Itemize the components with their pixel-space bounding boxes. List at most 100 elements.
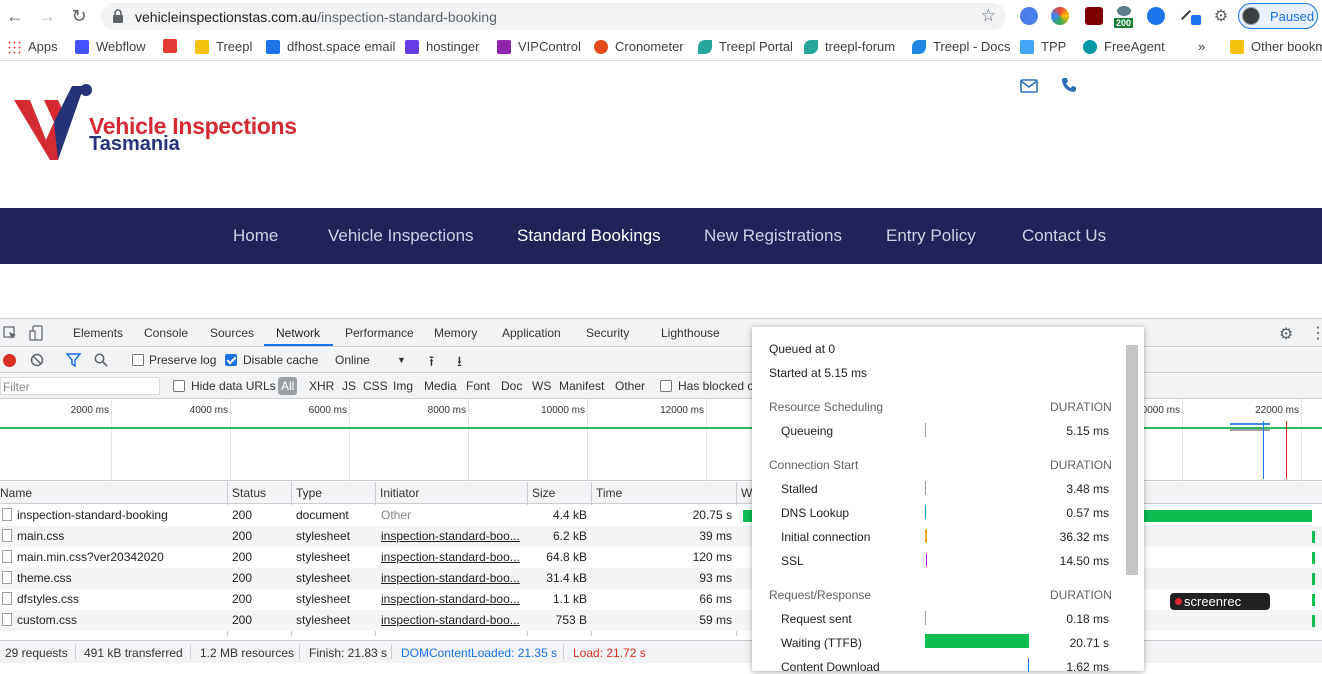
search-icon[interactable] xyxy=(94,353,108,367)
col-name[interactable]: Name xyxy=(0,486,32,500)
nav-entry-policy[interactable]: Entry Policy xyxy=(886,226,976,246)
bookmark-dfhost-email[interactable]: dfhost.space email xyxy=(266,39,395,54)
row-initiator-link[interactable]: inspection-standard-boo... xyxy=(381,550,521,564)
col-status[interactable]: Status xyxy=(232,486,266,500)
row-status: 200 xyxy=(232,508,253,522)
bookmark-t[interactable] xyxy=(163,39,184,53)
col-size[interactable]: Size xyxy=(532,486,555,500)
col-time[interactable]: Time xyxy=(596,486,622,500)
tab-lighthouse[interactable]: Lighthouse xyxy=(661,326,720,340)
row-initiator: Other xyxy=(381,508,412,522)
clear-icon[interactable] xyxy=(30,353,44,367)
row-status: 200 xyxy=(232,550,253,564)
hide-data-urls-checkbox[interactable] xyxy=(173,380,185,392)
filter-manifest[interactable]: Manifest xyxy=(559,379,604,393)
filter-font[interactable]: Font xyxy=(466,379,490,393)
bookmark-other[interactable]: Other bookm xyxy=(1230,39,1322,54)
tab-performance[interactable]: Performance xyxy=(345,326,414,340)
filter-input[interactable]: Filter xyxy=(0,377,160,395)
nav-home[interactable]: Home xyxy=(233,226,278,246)
col-initiator[interactable]: Initiator xyxy=(380,486,419,500)
bookmark-star-icon[interactable]: ☆ xyxy=(981,6,996,26)
record-icon[interactable] xyxy=(3,354,16,367)
preserve-log-checkbox[interactable] xyxy=(132,354,144,366)
tab-elements[interactable]: Elements xyxy=(73,326,123,340)
phone-icon[interactable] xyxy=(1061,77,1077,93)
col-type[interactable]: Type xyxy=(296,486,322,500)
export-har-icon[interactable]: ⭳ xyxy=(457,351,462,375)
extension-icon[interactable] xyxy=(1020,7,1038,25)
eyedropper-icon[interactable] xyxy=(1181,7,1201,25)
more-bookmarks-chevron[interactable]: » xyxy=(1198,39,1205,54)
puzzle-extensions-icon[interactable]: ⚙ xyxy=(1210,5,1232,27)
bookmark-treepl-portal[interactable]: Treepl Portal xyxy=(698,39,793,54)
webflow-icon xyxy=(75,39,89,54)
timing-bar xyxy=(925,611,926,625)
back-arrow-icon[interactable]: ← xyxy=(4,5,26,27)
popover-scrollbar[interactable] xyxy=(1126,345,1138,575)
tab-memory[interactable]: Memory xyxy=(434,326,477,340)
reload-icon[interactable]: ↻ xyxy=(68,5,90,27)
timing-value: 3.48 ms xyxy=(1066,482,1109,496)
chevron-down-icon[interactable]: ▼ xyxy=(397,355,406,365)
tab-security[interactable]: Security xyxy=(586,326,629,340)
email-icon[interactable] xyxy=(1020,79,1038,93)
check-extension-icon[interactable] xyxy=(1147,7,1165,25)
color-picker-extension-icon[interactable] xyxy=(1051,7,1069,25)
timing-label: Initial connection xyxy=(781,530,871,544)
filter-all[interactable]: All xyxy=(278,377,298,395)
profile-paused-button[interactable]: Paused xyxy=(1238,3,1318,29)
device-toolbar-icon[interactable] xyxy=(29,325,43,341)
tab-console[interactable]: Console xyxy=(144,326,188,340)
nav-new-registrations[interactable]: New Registrations xyxy=(704,226,842,246)
filter-other[interactable]: Other xyxy=(615,379,645,393)
inspect-element-icon[interactable] xyxy=(3,326,17,340)
forward-arrow-icon[interactable]: → xyxy=(36,5,58,27)
started-at: Started at 5.15 ms xyxy=(769,366,868,380)
settings-gear-icon[interactable]: ⚙ xyxy=(1279,324,1293,344)
throttling-select[interactable]: Online xyxy=(335,353,370,367)
tab-application[interactable]: Application xyxy=(502,326,561,340)
tab-network[interactable]: Network xyxy=(276,326,320,340)
bookmark-cronometer[interactable]: Cronometer xyxy=(594,39,684,54)
bookmark-webflow[interactable]: Webflow xyxy=(75,39,146,54)
filter-css[interactable]: CSS xyxy=(363,379,388,393)
address-bar[interactable]: vehicleinspectionstas.com.au/inspection-… xyxy=(101,3,1006,30)
filter-xhr[interactable]: XHR xyxy=(309,379,334,393)
col-waterfall[interactable]: W xyxy=(741,486,752,500)
website-viewport: Vehicle Inspections Tasmania Home Vehicl… xyxy=(0,62,1322,318)
has-blocked-checkbox[interactable] xyxy=(660,380,672,392)
bookmark-freeagent[interactable]: FreeAgent xyxy=(1083,39,1165,54)
screenrec-watermark: screenrec xyxy=(1170,593,1270,610)
nav-vehicle-inspections[interactable]: Vehicle Inspections xyxy=(328,226,474,246)
filter-ws[interactable]: WS xyxy=(532,379,551,393)
ublock-icon[interactable] xyxy=(1085,7,1103,25)
filter-media[interactable]: Media xyxy=(424,379,457,393)
filter-funnel-icon[interactable] xyxy=(66,353,81,367)
more-options-icon[interactable]: ⋮ xyxy=(1310,323,1322,343)
load-marker xyxy=(1286,421,1287,479)
import-har-icon[interactable]: ⭱ xyxy=(429,351,434,375)
filter-img[interactable]: Img xyxy=(393,379,413,393)
bookmark-hostinger[interactable]: hostinger xyxy=(405,39,479,54)
bookmark-treepl-docs[interactable]: Treepl - Docs xyxy=(912,39,1011,54)
duration-header: DURATION xyxy=(1050,400,1112,414)
row-initiator-link[interactable]: inspection-standard-boo... xyxy=(381,592,521,606)
row-initiator-link[interactable]: inspection-standard-boo... xyxy=(381,571,521,585)
bookmark-apps[interactable]: Apps xyxy=(7,39,58,54)
filter-doc[interactable]: Doc xyxy=(501,379,522,393)
bookmark-treepl-forum[interactable]: treepl-forum xyxy=(804,39,895,54)
bookmark-tpp[interactable]: TPP xyxy=(1020,39,1066,54)
status-extension-icon[interactable]: 200 xyxy=(1114,6,1134,28)
bookmark-treepl[interactable]: Treepl xyxy=(195,39,252,54)
disable-cache-checkbox[interactable] xyxy=(225,354,237,366)
nav-standard-bookings[interactable]: Standard Bookings xyxy=(517,226,661,246)
row-initiator-link[interactable]: inspection-standard-boo... xyxy=(381,613,521,627)
nav-contact-us[interactable]: Contact Us xyxy=(1022,226,1106,246)
site-logo[interactable]: Vehicle Inspections Tasmania xyxy=(14,82,304,162)
tab-sources[interactable]: Sources xyxy=(210,326,254,340)
row-initiator-link[interactable]: inspection-standard-boo... xyxy=(381,529,521,543)
bookmark-vipcontrol[interactable]: VIPControl xyxy=(497,39,581,54)
row-size: 1.1 kB xyxy=(552,592,587,606)
filter-js[interactable]: JS xyxy=(342,379,356,393)
